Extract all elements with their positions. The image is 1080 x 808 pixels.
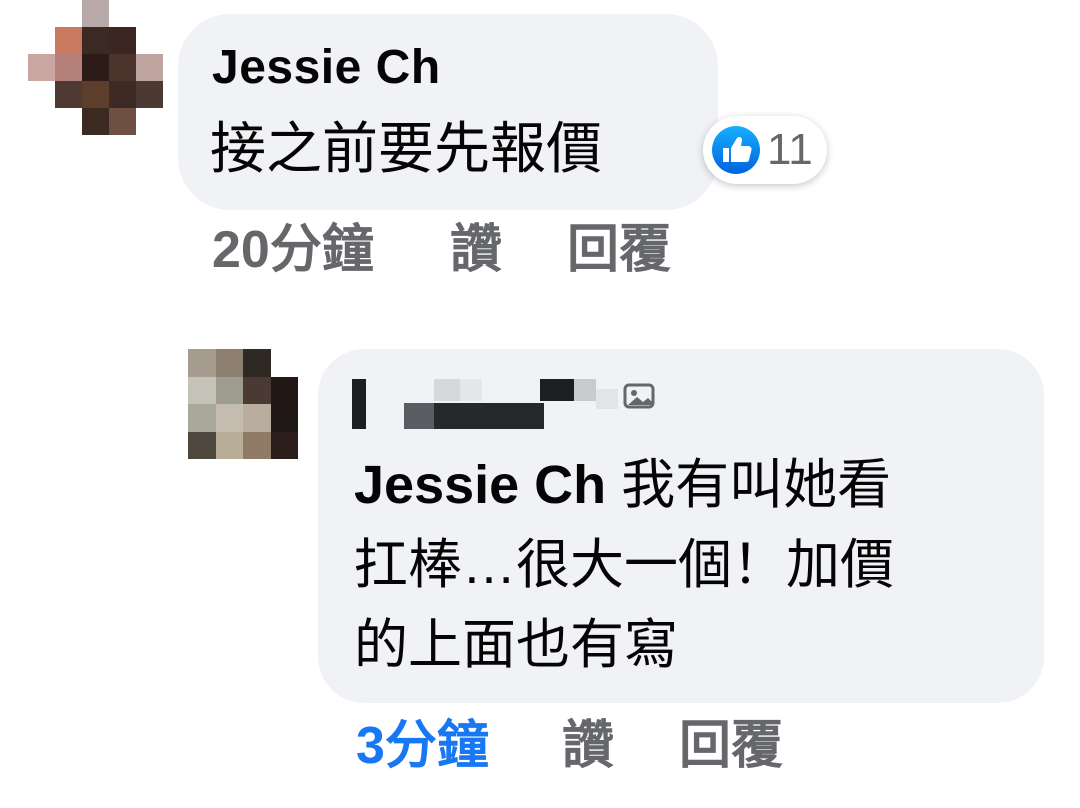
thumbs-up-icon (712, 126, 760, 174)
reply-button[interactable]: 回覆 (567, 220, 671, 280)
reply-bubble[interactable]: Jessie Ch 我有叫她看 扛棒…很大一個！加價 的上面也有寫 (318, 349, 1044, 703)
reaction-summary[interactable]: 11 (703, 116, 827, 184)
reply-button[interactable]: 回覆 (679, 716, 783, 776)
comment-text: 接之前要先報價 (210, 117, 602, 180)
reply-timestamp[interactable]: 3分鐘 (356, 716, 489, 776)
comment-author-name[interactable]: Jessie Ch (212, 40, 441, 96)
comment-bubble[interactable]: Jessie Ch 接之前要先報價 (178, 14, 718, 210)
mention-link[interactable]: Jessie Ch (354, 455, 606, 515)
reaction-count: 11 (767, 125, 813, 174)
reply-text: Jessie Ch 我有叫她看 扛棒…很大一個！加價 的上面也有寫 (354, 445, 1014, 685)
commenter-avatar[interactable] (28, 0, 163, 135)
comment-timestamp[interactable]: 20分鐘 (212, 220, 374, 280)
comment-actions: 20分鐘 讚 回覆 (212, 220, 712, 280)
reply-actions: 3分鐘 讚 回覆 (356, 716, 856, 776)
reply-text-line-1: 我有叫她看 (606, 455, 892, 515)
photo-icon (623, 383, 655, 409)
reply-text-line-3: 的上面也有寫 (354, 615, 678, 675)
replier-avatar[interactable] (188, 349, 298, 459)
like-button[interactable]: 讚 (562, 716, 614, 776)
reply-text-line-2: 扛棒…很大一個！加價 (354, 535, 894, 595)
like-button[interactable]: 讚 (450, 220, 502, 280)
